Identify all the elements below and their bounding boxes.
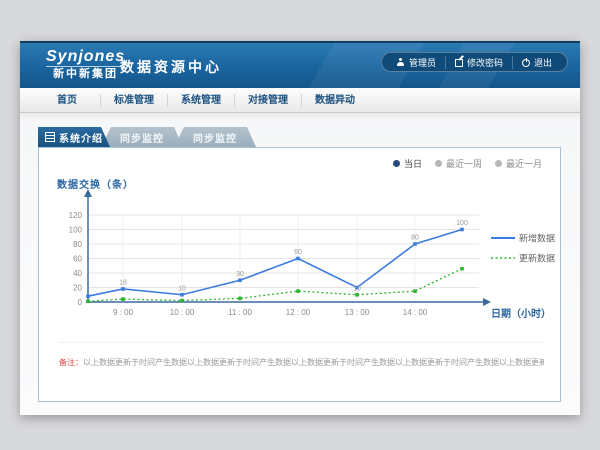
svg-text:0: 0: [78, 298, 83, 307]
power-icon: [522, 58, 530, 66]
document-icon: [45, 132, 55, 142]
period-label: 最近一月: [506, 157, 542, 170]
main-nav: 首页 标准管理 系统管理 对接管理 数据异动: [20, 88, 580, 113]
nav-item-data-changes[interactable]: 数据异动: [301, 94, 368, 107]
nav-item-system[interactable]: 系统管理: [167, 94, 234, 107]
user-icon: [397, 58, 405, 66]
svg-text:13 : 00: 13 : 00: [345, 308, 370, 317]
tab-label: 系统介绍: [59, 130, 103, 145]
svg-text:11 : 00: 11 : 00: [228, 308, 252, 317]
user-toolbar: 管理员 修改密码 退出: [381, 52, 568, 72]
tab-system-intro[interactable]: 系统介绍: [38, 127, 110, 147]
company-logo: Synjones 新中新集团: [46, 48, 125, 81]
change-password-label: 修改密码: [467, 56, 503, 69]
nav-item-integration[interactable]: 对接管理: [234, 94, 301, 107]
svg-text:40: 40: [73, 269, 82, 278]
footnote: 备注：以上数据更新于时间产生数据以上数据更新于时间产生数据以上数据更新于时间产生…: [59, 342, 544, 368]
tab-sync-monitor-1[interactable]: 同步监控: [101, 127, 183, 147]
svg-text:9 : 00: 9 : 00: [113, 308, 134, 317]
edit-icon: [455, 58, 463, 66]
svg-text:10: 10: [178, 285, 186, 292]
svg-text:80: 80: [73, 240, 82, 249]
change-password-button[interactable]: 修改密码: [445, 56, 512, 69]
period-label: 最近一周: [446, 157, 482, 170]
radio-icon: [435, 160, 442, 167]
logo-wordmark: Synjones: [46, 48, 125, 66]
logout-button[interactable]: 退出: [512, 56, 561, 69]
tab-label: 同步监控: [120, 130, 164, 145]
svg-text:100: 100: [69, 226, 83, 235]
app-header: Synjones 新中新集团 数据资源中心 管理员 修改密码 退出: [20, 41, 580, 88]
svg-text:12 : 00: 12 : 00: [286, 308, 311, 317]
line-chart: 0 20 40 60 80 100 120 9 : 00 10 : 00 11 : 00 12 : …: [39, 188, 560, 338]
page-title: 数据资源中心: [120, 57, 222, 77]
radio-icon: [495, 160, 502, 167]
svg-text:日期（小时）: 日期（小时）: [491, 307, 551, 320]
footnote-prefix: 备注：: [59, 358, 83, 367]
svg-text:60: 60: [294, 249, 302, 256]
nav-item-home[interactable]: 首页: [34, 94, 100, 107]
logo-company-name: 新中新集团: [46, 66, 125, 81]
app-window: Synjones 新中新集团 数据资源中心 管理员 修改密码 退出: [20, 41, 580, 415]
period-option-last-week[interactable]: 最近一周: [435, 157, 482, 170]
svg-text:10: 10: [353, 285, 361, 292]
period-option-today[interactable]: 当日: [393, 157, 422, 170]
svg-text:30: 30: [236, 271, 244, 278]
content-area: 系统介绍 同步监控 同步监控 当日 最近一周: [20, 113, 580, 415]
tab-bar: 系统介绍 同步监控 同步监控: [38, 127, 256, 147]
svg-text:新增数据: 新增数据: [519, 233, 555, 244]
svg-text:18: 18: [119, 279, 127, 286]
nav-item-standards[interactable]: 标准管理: [100, 94, 167, 107]
chart-panel: 当日 最近一周 最近一月 数据交换（条） 0204060801001209 : …: [38, 147, 561, 402]
current-user-label: 管理员: [409, 56, 436, 69]
svg-text:100: 100: [456, 220, 468, 227]
logout-label: 退出: [534, 56, 552, 69]
svg-text:20: 20: [73, 284, 82, 293]
svg-text:120: 120: [69, 211, 83, 220]
svg-text:10 : 00: 10 : 00: [170, 308, 195, 317]
footnote-text: 以上数据更新于时间产生数据以上数据更新于时间产生数据以上数据更新于时间产生数据以…: [83, 358, 544, 367]
period-label: 当日: [404, 157, 422, 170]
svg-text:14 : 00: 14 : 00: [403, 308, 428, 317]
current-user-button[interactable]: 管理员: [388, 56, 445, 69]
tab-label: 同步监控: [193, 130, 237, 145]
period-option-last-month[interactable]: 最近一月: [495, 157, 542, 170]
period-selector: 当日 最近一周 最近一月: [393, 157, 542, 170]
radio-icon: [393, 160, 400, 167]
tab-sync-monitor-2[interactable]: 同步监控: [174, 127, 256, 147]
page-background: Synjones 新中新集团 数据资源中心 管理员 修改密码 退出: [0, 0, 600, 450]
svg-text:80: 80: [411, 235, 419, 242]
svg-text:60: 60: [73, 255, 82, 264]
svg-text:更新数据: 更新数据: [519, 253, 555, 264]
